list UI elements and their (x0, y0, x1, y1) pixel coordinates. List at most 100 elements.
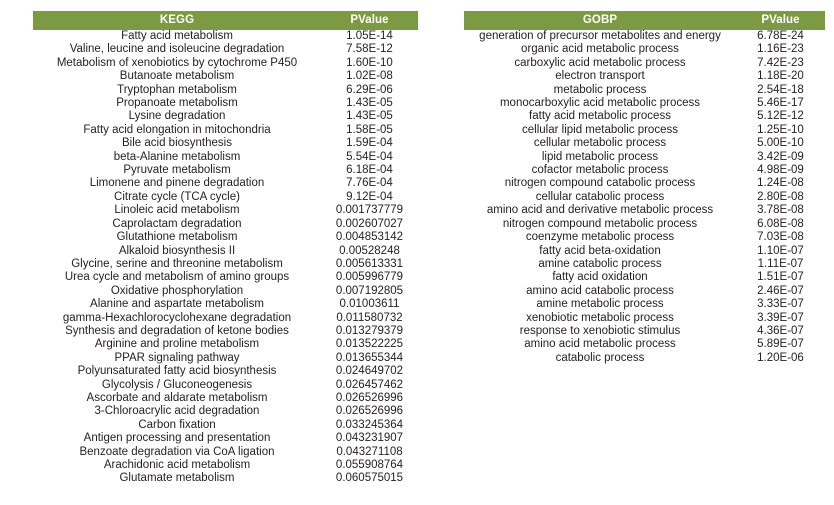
term-cell: Polyunsaturated fatty acid biosynthesis (77, 365, 277, 378)
table-row: Alanine and aspartate metabolism 0.010036… (33, 298, 418, 311)
term-cell: electron transport (555, 70, 645, 83)
pvalue-cell: 1.05E-14 (346, 30, 393, 42)
table-row: xenobiotic metabolic process 3.39E-07 (464, 312, 825, 325)
pvalue-cell: 0.026457462 (335, 378, 404, 391)
term-cell: Valine, leucine and isoleucine degradati… (69, 43, 285, 56)
table-row: Polyunsaturated fatty acid biosynthesis 0… (33, 365, 418, 378)
term-cell: fatty acid metabolic process (529, 110, 671, 123)
pvalue-cell: 0.007192805 (335, 284, 404, 297)
pvalue-cell: 0.004853142 (335, 231, 404, 244)
pvalue-cell: 2.80E-08 (757, 190, 804, 203)
pvalue-cell: 7.58E-12 (346, 43, 393, 56)
kegg-table-body: Fatty acid metabolism 1.05E-14 Valine, leu… (33, 30, 418, 486)
term-cell: Synthesis and degradation of ketone bodi… (65, 324, 289, 337)
table-row: Caprolactam degradation 0.002607027 (33, 218, 418, 231)
term-cell: lipid metabolic process (541, 150, 659, 163)
table-row: cellular catabolic process 2.80E-08 (464, 191, 825, 204)
term-cell: monocarboxylic acid metabolic process (499, 97, 701, 110)
term-cell: gamma-Hexachlorocyclohexane degradation (62, 311, 292, 324)
term-cell: Fatty acid elongation in mitochondria (83, 123, 271, 136)
pvalue-cell: 1.10E-07 (757, 244, 804, 257)
table-row: Butanoate metabolism 1.02E-08 (33, 70, 418, 83)
pvalue-cell: 7.03E-08 (757, 231, 804, 244)
pvalue-cell: 5.89E-07 (757, 338, 804, 351)
pvalue-cell: 2.54E-18 (757, 83, 804, 96)
pvalue-cell: 0.026526996 (335, 391, 404, 404)
pvalue-cell: 1.25E-10 (757, 123, 804, 136)
table-row: Glycine, serine and threonine metabolism… (33, 258, 418, 271)
gobp-table-body: generation of precursor metabolites and … (464, 30, 825, 365)
term-cell: Caprolactam degradation (112, 217, 242, 230)
pvalue-cell: 3.39E-07 (757, 311, 804, 324)
table-row: organic acid metabolic process 1.16E-23 (464, 43, 825, 56)
pvalue-cell: 7.76E-04 (346, 177, 393, 190)
table-row: cellular metabolic process 5.00E-10 (464, 137, 825, 150)
table-row: amine metabolic process 3.33E-07 (464, 298, 825, 311)
table-row: coenzyme metabolic process 7.03E-08 (464, 231, 825, 244)
term-cell: Fatty acid metabolism (121, 30, 233, 42)
gobp-header-pvalue: PValue (736, 11, 825, 30)
table-row: Arachidonic acid metabolism 0.055908764 (33, 459, 418, 472)
term-cell: coenzyme metabolic process (525, 231, 675, 244)
term-cell: Antigen processing and presentation (83, 432, 271, 445)
term-cell: Limonene and pinene degradation (89, 177, 265, 190)
kegg-header-pvalue: PValue (321, 11, 418, 30)
term-cell: Butanoate metabolism (119, 70, 235, 83)
table-row: amino acid and derivative metabolic proc… (464, 204, 825, 217)
term-cell: Arginine and proline metabolism (94, 338, 260, 351)
term-cell: generation of precursor metabolites and … (479, 30, 721, 42)
term-cell: Carbon fixation (138, 418, 216, 431)
term-cell: Metabolism of xenobiotics by cytochrome … (56, 56, 298, 69)
table-row: response to xenobiotic stimulus 4.36E-07 (464, 325, 825, 338)
pvalue-cell: 1.59E-04 (346, 137, 393, 150)
pvalue-cell: 2.46E-07 (757, 284, 804, 297)
term-cell: fatty acid oxidation (552, 271, 648, 284)
table-row: 3-Chloroacrylic acid degradation 0.026526… (33, 405, 418, 418)
pvalue-cell: 0.055908764 (335, 459, 404, 471)
gobp-header-term: GOBP (464, 11, 736, 30)
pvalue-cell: 1.18E-20 (757, 70, 804, 83)
table-row: Carbon fixation 0.033245364 (33, 419, 418, 432)
table-row: electron transport 1.18E-20 (464, 70, 825, 83)
gobp-table-panel: GOBP PValue generation of precursor meta… (464, 11, 825, 365)
table-row: Propanoate metabolism 1.43E-05 (33, 97, 418, 110)
term-cell: response to xenobiotic stimulus (519, 324, 681, 337)
table-row: Synthesis and degradation of ketone bodi… (33, 325, 418, 338)
pvalue-cell: 0.00528248 (339, 244, 400, 257)
term-cell: Alanine and aspartate metabolism (90, 298, 264, 311)
term-cell: amine catabolic process (538, 257, 662, 270)
term-cell: Benzoate degradation via CoA ligation (79, 445, 275, 458)
pvalue-cell: 0.001737779 (335, 204, 404, 217)
table-row: Lysine degradation 1.43E-05 (33, 110, 418, 123)
term-cell: Lysine degradation (128, 110, 226, 123)
table-row: Ascorbate and aldarate metabolism 0.02652… (33, 392, 418, 405)
kegg-table-panel: KEGG PValue Fatty acid metabolism 1.05E-1… (33, 11, 418, 486)
term-cell: Ascorbate and aldarate metabolism (86, 391, 268, 404)
term-cell: Glycolysis / Gluconeogenesis (101, 378, 253, 391)
pvalue-cell: 6.18E-04 (346, 164, 393, 177)
term-cell: amino acid and derivative metabolic proc… (486, 204, 714, 217)
table-row: PPAR signaling pathway 0.013655344 (33, 352, 418, 365)
table-row: Fatty acid metabolism 1.05E-14 (33, 30, 418, 43)
pvalue-cell: 0.013655344 (335, 351, 404, 364)
term-cell: Propanoate metabolism (116, 97, 238, 110)
table-row: Limonene and pinene degradation 7.76E-04 (33, 177, 418, 190)
pvalue-cell: 5.12E-12 (757, 110, 804, 123)
table-row: beta-Alanine metabolism 5.54E-04 (33, 151, 418, 164)
pvalue-cell: 0.024649702 (335, 365, 404, 378)
term-cell: Glycine, serine and threonine metabolism (71, 257, 283, 270)
term-cell: carboxylic acid metabolic process (514, 56, 686, 69)
term-cell: Arachidonic acid metabolism (103, 459, 251, 471)
pvalue-cell: 5.00E-10 (757, 137, 804, 150)
pvalue-cell: 3.33E-07 (757, 298, 804, 311)
pvalue-cell: 0.01003611 (339, 298, 400, 311)
table-row: Metabolism of xenobiotics by cytochrome … (33, 57, 418, 70)
pvalue-cell: 1.11E-07 (757, 257, 804, 270)
pvalue-cell: 6.08E-08 (757, 217, 804, 230)
term-cell: PPAR signaling pathway (114, 351, 240, 364)
pvalue-cell: 7.42E-23 (757, 56, 804, 69)
pvalue-cell: 1.43E-05 (346, 110, 393, 123)
term-cell: cellular catabolic process (535, 190, 665, 203)
table-row: Valine, leucine and isoleucine degradati… (33, 43, 418, 56)
table-row: Bile acid biosynthesis 1.59E-04 (33, 137, 418, 150)
